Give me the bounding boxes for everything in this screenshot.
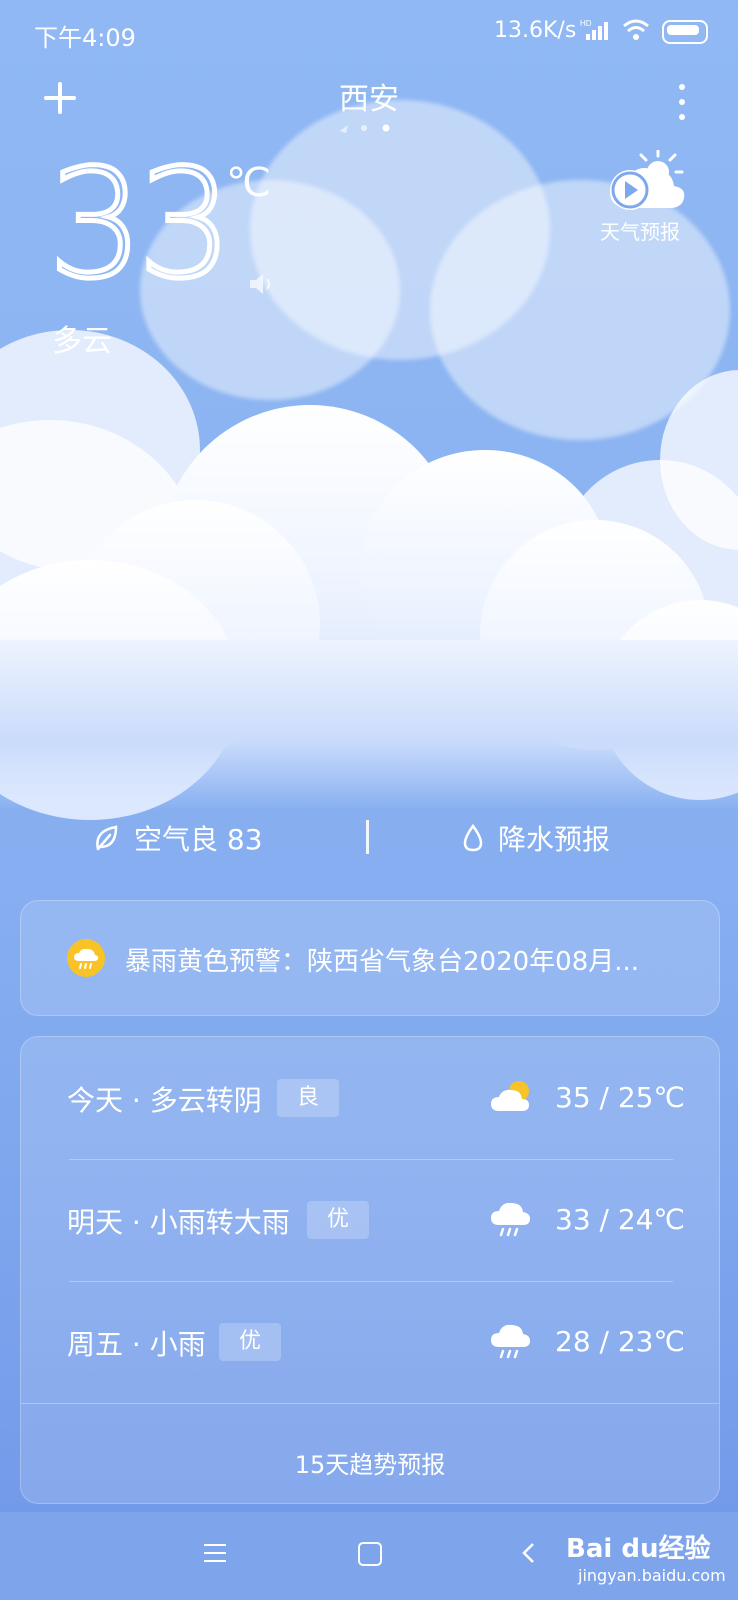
battery-icon	[662, 20, 708, 44]
status-bar: 下午4:09 13.6K/s HD	[0, 0, 738, 64]
video-forecast-button[interactable]	[600, 148, 690, 218]
row-separator	[21, 1403, 719, 1404]
forecast-row-friday[interactable]: 周五 · 小雨 优 28 / 23℃	[21, 1281, 719, 1403]
forecast-day: 今天 · 多云转阴	[67, 1084, 262, 1117]
rain-cloud-icon	[489, 1199, 533, 1239]
video-forecast-label[interactable]: 天气预报	[600, 216, 680, 245]
city-name: 西安	[339, 82, 399, 117]
network-speed: 13.6K/s	[494, 18, 577, 43]
trend-forecast-button[interactable]: 15天趋势预报	[21, 1445, 719, 1480]
hd-badge: HD	[580, 19, 592, 28]
temp-range: 33 / 24℃	[555, 1203, 685, 1236]
home-icon[interactable]	[358, 1542, 382, 1566]
watermark-url: jingyan.baidu.com	[578, 1566, 726, 1585]
signal-icon: HD	[580, 18, 616, 48]
divider	[366, 820, 369, 854]
aqi-badge: 优	[219, 1323, 282, 1361]
forecast-day: 周五 · 小雨	[67, 1328, 206, 1361]
air-precip-row: 空气良 83 降水预报	[0, 814, 738, 864]
temperature-unit: ℃	[226, 160, 271, 206]
partly-cloudy-icon	[489, 1077, 533, 1117]
forecast-row-tomorrow[interactable]: 明天 · 小雨转大雨 优 33 / 24℃	[21, 1159, 719, 1281]
forecast-row-today[interactable]: 今天 · 多云转阴 良 35 / 25℃	[21, 1037, 719, 1159]
precip-forecast-text: 降水预报	[498, 823, 611, 856]
alert-text: 暴雨黄色预警：陕西省气象台2020年08月...	[125, 947, 640, 977]
page-indicator	[340, 120, 400, 139]
air-quality-text: 空气良 83	[134, 823, 263, 856]
forecast-card: 今天 · 多云转阴 良 35 / 25℃ 明天 · 小雨转大雨 优 33 / 2…	[20, 1036, 720, 1504]
menu-icon[interactable]	[204, 1544, 226, 1562]
wifi-icon	[622, 18, 650, 48]
current-condition: 多云	[52, 324, 112, 359]
aqi-badge: 优	[307, 1201, 370, 1239]
weather-alert-card[interactable]: 暴雨黄色预警：陕西省气象台2020年08月...	[20, 900, 720, 1016]
leaf-icon	[96, 825, 118, 851]
back-icon[interactable]	[516, 1540, 542, 1566]
current-temperature: 33	[46, 138, 236, 312]
air-quality-button[interactable]: 空气良 83	[92, 818, 263, 858]
rainstorm-warning-icon	[67, 939, 105, 977]
forecast-day: 明天 · 小雨转大雨	[67, 1206, 290, 1239]
baidu-watermark: Bai du经验	[566, 1534, 711, 1564]
speaker-icon[interactable]	[246, 270, 276, 298]
rain-cloud-icon	[489, 1321, 533, 1361]
water-drop-icon	[463, 823, 483, 852]
aqi-badge: 良	[277, 1079, 340, 1117]
video-forecast-icon	[610, 148, 685, 210]
temp-range: 28 / 23℃	[555, 1325, 685, 1358]
more-vert-icon[interactable]	[676, 82, 688, 122]
status-time: 下午4:09	[34, 24, 136, 52]
precip-forecast-button[interactable]: 降水预报	[462, 818, 610, 858]
temp-range: 35 / 25℃	[555, 1081, 685, 1114]
